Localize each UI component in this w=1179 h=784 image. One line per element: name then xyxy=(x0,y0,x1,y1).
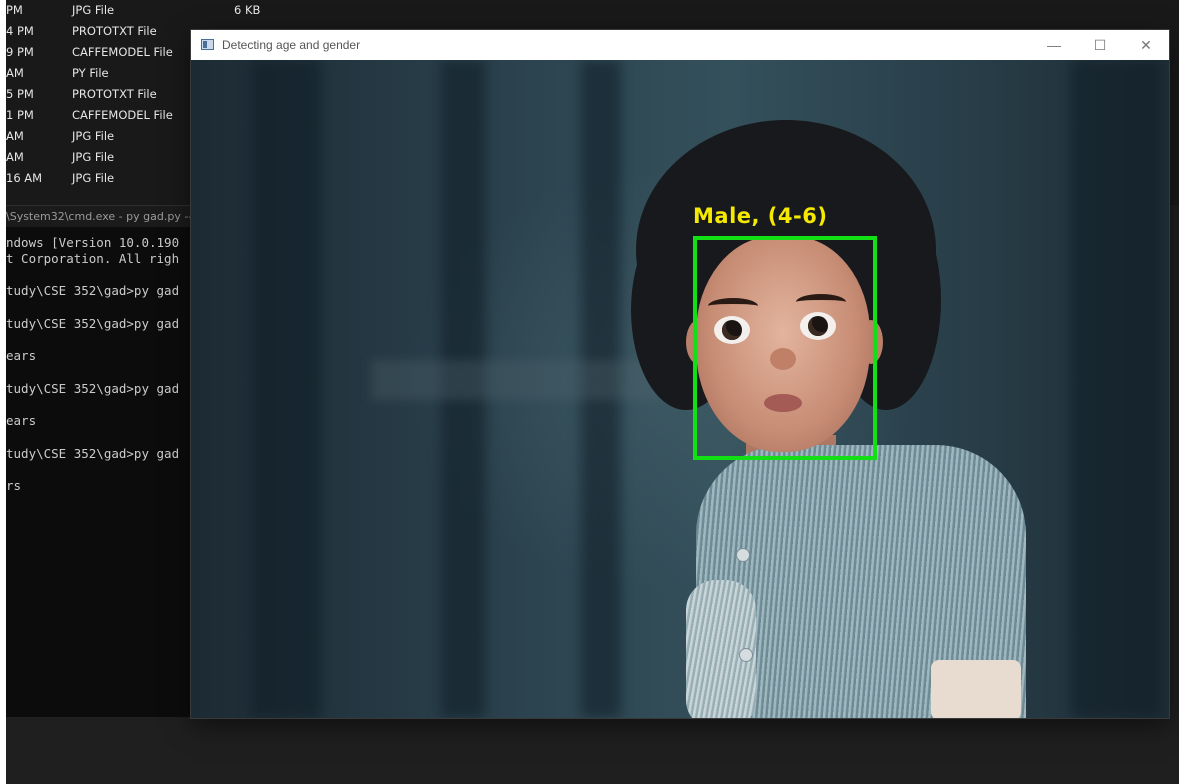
file-size: 6 KB xyxy=(234,3,261,17)
file-time: AM xyxy=(6,129,24,143)
console-line: tudy\CSE 352\gad>py gad xyxy=(6,381,180,396)
file-time: 4 PM xyxy=(6,24,34,38)
file-type: JPG File xyxy=(72,3,115,17)
shirt-button xyxy=(736,548,750,562)
file-time: AM xyxy=(6,150,24,164)
file-type: CAFFEMODEL File xyxy=(72,45,173,59)
shirt-button xyxy=(739,648,753,662)
file-type: PROTOTXT File xyxy=(72,87,157,101)
file-row[interactable]: PM JPG File 6 KB xyxy=(6,0,336,21)
file-type: PROTOTXT File xyxy=(72,24,157,38)
close-button[interactable]: ✕ xyxy=(1123,30,1169,60)
window-titlebar[interactable]: Detecting age and gender — ☐ ✕ xyxy=(191,30,1169,60)
app-icon xyxy=(201,39,214,50)
cmd-window-title[interactable]: \System32\cmd.exe - py gad.py --i xyxy=(6,205,196,228)
detection-label: Male, (4-6) xyxy=(693,204,828,228)
maximize-button[interactable]: ☐ xyxy=(1077,30,1123,60)
file-time: PM xyxy=(6,3,23,17)
console-line: ndows [Version 10.0.190 xyxy=(6,235,180,250)
file-time: 9 PM xyxy=(6,45,34,59)
console-line: ears xyxy=(6,413,37,428)
window-title: Detecting age and gender xyxy=(222,38,361,52)
console-line: rs xyxy=(6,478,22,493)
photo-child xyxy=(191,60,1169,718)
console-line: tudy\CSE 352\gad>py gad xyxy=(6,316,180,331)
file-type: CAFFEMODEL File xyxy=(72,108,173,122)
shirt-cuff xyxy=(931,660,1021,718)
cmd-console[interactable]: ndows [Version 10.0.190 t Corporation. A… xyxy=(6,227,196,717)
file-type: JPG File xyxy=(72,129,115,143)
file-time: 5 PM xyxy=(6,87,34,101)
console-line: tudy\CSE 352\gad>py gad xyxy=(6,283,180,298)
file-type: JPG File xyxy=(72,171,115,185)
console-line: tudy\CSE 352\gad>py gad xyxy=(6,446,180,461)
file-time: AM xyxy=(6,66,24,80)
face-detection-box xyxy=(693,236,877,460)
console-line: t Corporation. All righ xyxy=(6,251,180,266)
minimize-button[interactable]: — xyxy=(1031,30,1077,60)
image-viewport: Male, (4-6) xyxy=(191,60,1169,718)
console-line: ears xyxy=(6,348,37,363)
file-time: 16 AM xyxy=(6,171,43,185)
detection-window: Detecting age and gender — ☐ ✕ Male, (4-… xyxy=(191,30,1169,718)
file-type: PY File xyxy=(72,66,109,80)
file-time: 1 PM xyxy=(6,108,34,122)
file-type: JPG File xyxy=(72,150,115,164)
